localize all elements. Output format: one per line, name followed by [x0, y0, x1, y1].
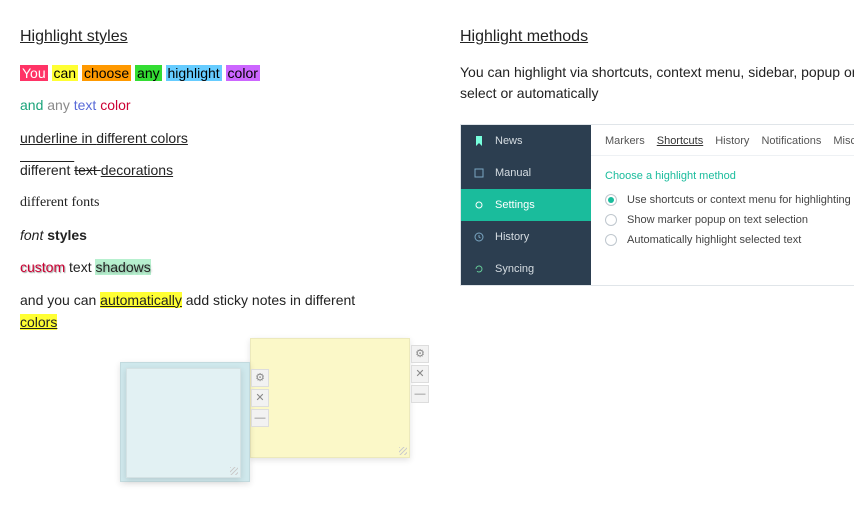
resize-handle[interactable]	[399, 447, 407, 455]
close-icon: ✕	[255, 391, 264, 404]
hl-word-3: choose	[82, 65, 131, 81]
sidebar-item-history[interactable]: History	[461, 221, 591, 253]
note-close-button[interactable]: ✕	[411, 365, 429, 383]
sidebar-item-manual[interactable]: Manual	[461, 157, 591, 189]
tc-word-1: and	[20, 97, 43, 113]
sidebar-item-label: Settings	[495, 199, 535, 211]
option-label: Automatically highlight selected text	[627, 234, 801, 246]
hl-word-4: any	[135, 65, 162, 81]
styles-heading: Highlight styles	[20, 28, 420, 46]
sidebar-item-label: News	[495, 135, 523, 147]
note-gear-button[interactable]: ⚙	[411, 345, 429, 363]
tc-word-3: text	[74, 97, 97, 113]
underline-row: underline in different colors	[20, 127, 420, 149]
sidebar-item-news[interactable]: News	[461, 125, 591, 157]
note-min-button[interactable]: —	[251, 409, 269, 427]
hl-word-5: highlight	[166, 65, 222, 81]
sn-pre: and you can	[20, 292, 100, 308]
shadow-word-1: custom	[20, 259, 65, 275]
methods-heading: Highlight methods	[460, 28, 854, 46]
tab-shortcuts[interactable]: Shortcuts	[657, 135, 703, 147]
option-label: Use shortcuts or context menu for highli…	[627, 194, 851, 206]
sidebar-item-label: History	[495, 231, 529, 243]
highlight-colors-row: You can choose any highlight color	[20, 62, 420, 84]
settings-panel: News Manual Settings History Syncing Markers…	[460, 124, 854, 286]
sidebar-item-label: Manual	[495, 167, 531, 179]
tab-markers[interactable]: Markers	[605, 135, 645, 147]
ul-word-1: underline	[20, 130, 82, 146]
refresh-icon	[473, 263, 485, 275]
fs-word-1: font	[20, 227, 47, 243]
sticky-notes-area: ⚙ ✕ — ⚙ ✕ —	[20, 338, 420, 498]
hl-word-2: can	[52, 65, 79, 81]
panel-tabs: Markers Shortcuts History Notifications Misc…	[591, 125, 854, 156]
ul-word-3: different	[96, 130, 150, 146]
sidebar-item-settings[interactable]: Settings	[461, 189, 591, 221]
gear-icon: ⚙	[255, 371, 265, 384]
deco-word-1: different	[20, 162, 74, 178]
section-heading: Choose a highlight method	[605, 170, 854, 182]
fs-word-2: styles	[47, 227, 87, 243]
methods-intro: You can highlight via shortcuts, context…	[460, 62, 854, 104]
clock-icon	[473, 231, 485, 243]
highlight-method-option[interactable]: Use shortcuts or context menu for highli…	[605, 194, 854, 206]
sticky-note-blue-front[interactable]	[126, 368, 241, 478]
tab-notifications[interactable]: Notifications	[761, 135, 821, 147]
fonts-row: different fonts	[20, 192, 420, 214]
bookmark-icon	[473, 135, 485, 147]
radio-icon	[605, 194, 617, 206]
option-label: Show marker popup on text selection	[627, 214, 808, 226]
book-icon	[473, 167, 485, 179]
tc-word-2: any	[47, 97, 70, 113]
radio-icon	[605, 214, 617, 226]
ul-word-4: colors	[151, 130, 188, 146]
sticky-note-yellow[interactable]: ⚙ ✕ —	[250, 338, 410, 458]
note-min-button[interactable]: —	[411, 385, 429, 403]
close-icon: ✕	[415, 367, 424, 380]
gear-icon: ⚙	[415, 347, 425, 360]
sn-colors: colors	[20, 314, 57, 330]
deco-word-2: text	[74, 162, 100, 178]
radio-icon	[605, 234, 617, 246]
decorations-row: different text decorations	[20, 159, 420, 181]
sn-mid: add sticky notes in different	[182, 292, 355, 308]
tc-word-4: color	[100, 97, 130, 113]
gear-icon	[473, 199, 485, 211]
ul-word-2: in	[82, 130, 97, 146]
note-gear-button[interactable]: ⚙	[251, 369, 269, 387]
shadows-row: custom text shadows	[20, 256, 420, 278]
highlight-method-option[interactable]: Automatically highlight selected text	[605, 234, 854, 246]
hl-word-6: color	[226, 65, 260, 81]
text-colors-row: and any text color	[20, 94, 420, 116]
sn-auto: automatically	[100, 292, 182, 308]
minimize-icon: —	[255, 412, 266, 424]
font-styles-row: font styles	[20, 224, 420, 246]
minimize-icon: —	[415, 388, 426, 400]
tab-misc[interactable]: Misc.	[833, 135, 854, 147]
resize-handle[interactable]	[230, 467, 238, 475]
highlight-method-option[interactable]: Show marker popup on text selection	[605, 214, 854, 226]
shadow-word-2: text	[65, 259, 95, 275]
sidebar-item-label: Syncing	[495, 263, 534, 275]
tab-history[interactable]: History	[715, 135, 749, 147]
note-close-button[interactable]: ✕	[251, 389, 269, 407]
sidebar-item-syncing[interactable]: Syncing	[461, 253, 591, 285]
shadow-word-3: shadows	[95, 259, 150, 275]
panel-main: Markers Shortcuts History Notifications Misc…	[591, 125, 854, 285]
deco-word-3: decorations	[101, 162, 173, 178]
hl-word-1: You	[20, 65, 48, 81]
panel-sidebar: News Manual Settings History Syncing	[461, 125, 591, 285]
sticky-notes-row: and you can automatically add sticky not…	[20, 289, 360, 334]
